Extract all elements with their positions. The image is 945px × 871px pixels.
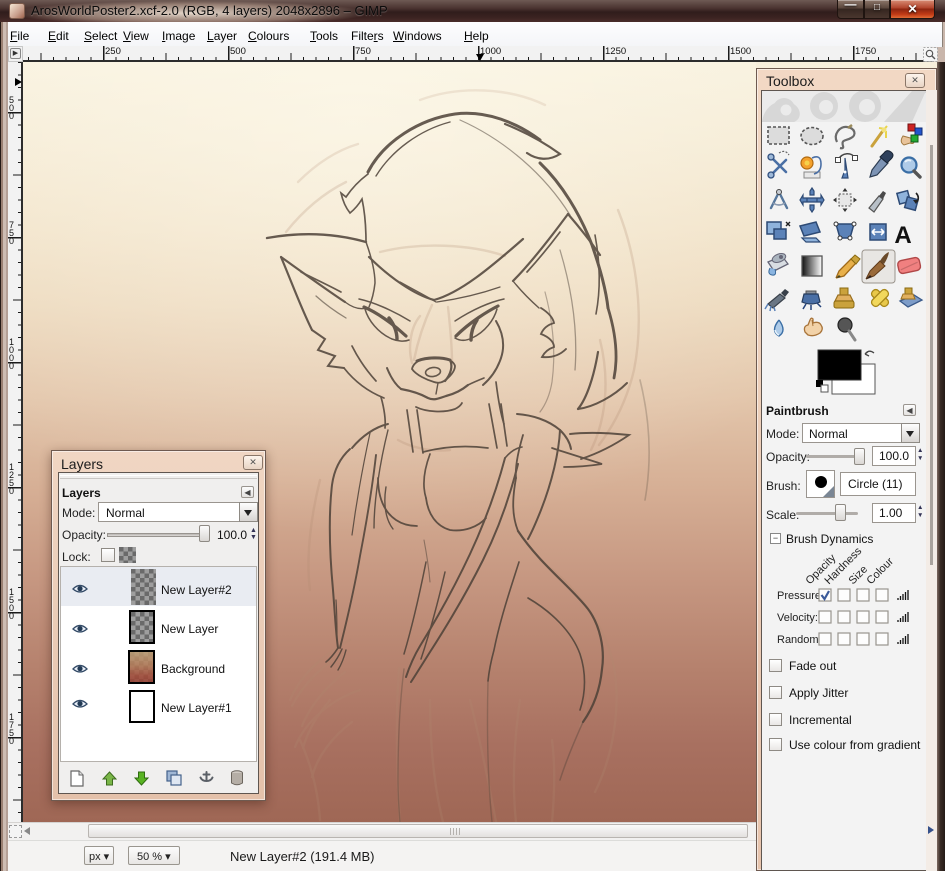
svg-text:A: A (894, 222, 911, 249)
